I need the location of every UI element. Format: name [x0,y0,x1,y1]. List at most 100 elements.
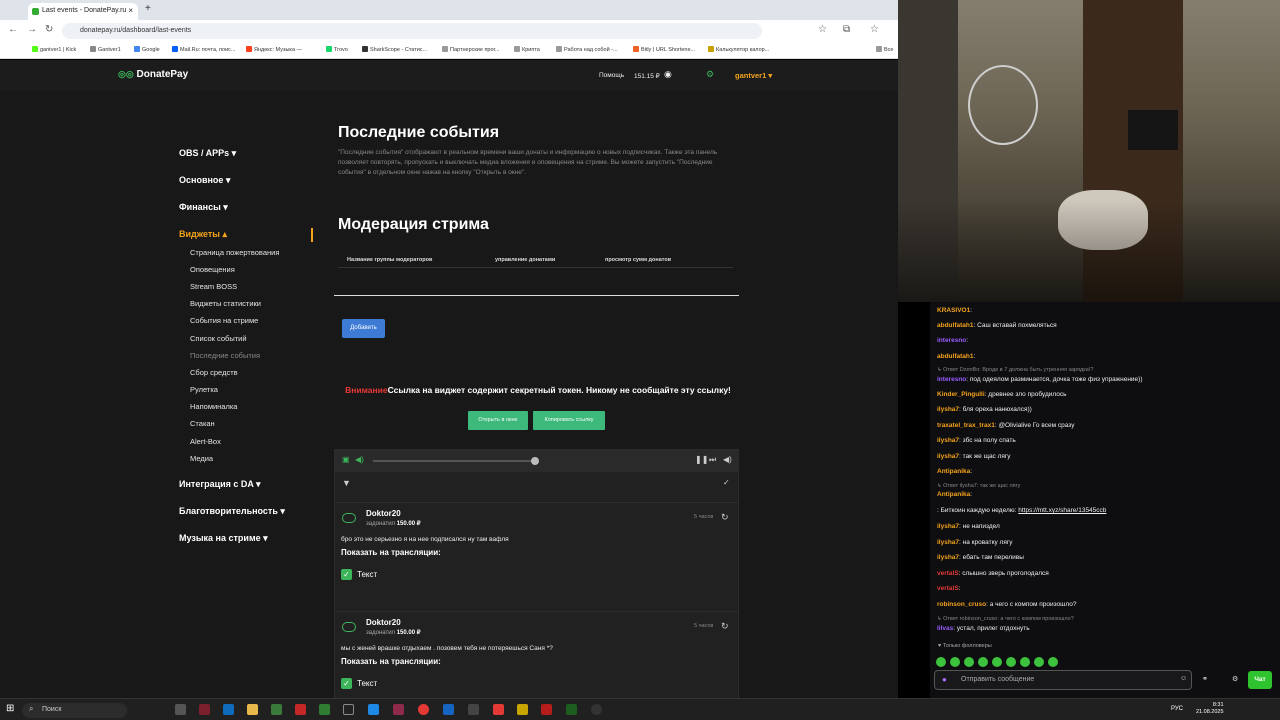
extensions-icon[interactable]: ⧉ [843,24,850,35]
windows-start-icon[interactable]: ⊞ [6,703,14,714]
settings-icon[interactable]: ⚙ [706,69,714,80]
app-icon[interactable] [295,704,306,715]
bookmark-item[interactable]: Яндекс: Музыка — [246,46,302,53]
app-icon[interactable] [199,704,210,715]
chat-username[interactable]: abdulfatah1 [937,322,973,329]
chat-username[interactable]: vertalS [937,585,959,592]
back-icon[interactable]: ← [8,24,18,35]
chat-input[interactable]: Отправить сообщение [934,670,1192,690]
chat-username[interactable]: interesno [937,337,966,344]
nav-sub-item[interactable]: Список событий [190,334,247,343]
bookmark-item[interactable]: Google [134,46,160,53]
pause-icon[interactable]: ❚❚ [695,455,708,464]
chat-username[interactable]: vertalS [937,570,959,577]
new-tab-button[interactable]: + [145,3,151,14]
obs-icon[interactable] [591,704,602,715]
bookmark-item[interactable]: Крипта [514,46,540,53]
text-checkbox[interactable]: ✓ [341,569,352,580]
forward-icon[interactable]: → [27,24,37,35]
app-icon[interactable] [541,704,552,715]
nav-widgets[interactable]: Виджеты ▴ [179,229,227,240]
app-icon[interactable] [443,704,454,715]
bookmark-item[interactable]: Bitly | URL Shortene... [633,46,695,53]
app-icon[interactable] [393,704,404,715]
nav-sub-item-active[interactable]: Последние события [190,351,260,360]
edge-icon[interactable] [368,704,379,715]
bits-icon[interactable]: ⚭ [1202,675,1208,683]
copy-link-button[interactable]: Копировать ссылку [533,411,605,430]
nav-integration[interactable]: Интеграция с DA ▾ [179,479,261,490]
url-field[interactable]: donatepay.ru/dashboard/last-events [62,23,762,39]
nav-sub-item[interactable]: Оповещения [190,265,235,274]
chat-username[interactable]: Antipanika [937,491,970,498]
nav-finance[interactable]: Финансы ▾ [179,202,228,213]
nav-music[interactable]: Музыка на стриме ▾ [179,533,268,544]
chat-link[interactable]: https://mtt.xyz/share/13545ccb [1018,507,1106,514]
add-button[interactable]: Добавить [342,319,385,338]
text-checkbox[interactable]: ✓ [341,678,352,689]
chat-username[interactable]: ilysha7 [937,453,959,460]
bookmark-item[interactable]: Калькулятор калор... [708,46,769,53]
sound-icon[interactable]: ◀) [723,455,732,464]
volume-slider-knob[interactable] [531,457,539,465]
emoji-icon[interactable]: ☺ [1180,675,1187,682]
bookmark-item[interactable]: Работа над собой -... [556,46,618,53]
donatepay-logo[interactable]: ◎◎ DonatePay [118,69,188,80]
nav-sub-item[interactable]: Стакан [190,419,215,428]
nav-sub-item[interactable]: Stream BOSS [190,282,237,291]
nav-main[interactable]: Основное ▾ [179,175,230,186]
volume-slider[interactable] [373,460,533,462]
close-tab-icon[interactable]: × [128,6,133,15]
chat-username[interactable]: interesno [937,376,966,383]
bookmark-item[interactable]: SharkScope - Статис... [362,46,427,53]
bookmark-item[interactable]: Все [876,46,893,53]
chat-send-button[interactable]: Чат [1248,671,1272,689]
taskbar-search[interactable]: Поиск [22,703,127,718]
chat-username[interactable]: ilysha7 [937,554,959,561]
nav-sub-item[interactable]: Рулетка [190,385,218,394]
replay-icon[interactable]: ↻ [721,621,729,632]
app-icon[interactable] [343,704,354,715]
nav-sub-item[interactable]: Сбор средств [190,368,238,377]
nav-sub-item[interactable]: Страница пожертвования [190,248,279,257]
taskview-icon[interactable] [175,704,186,715]
app-icon[interactable] [468,704,479,715]
bookmark-item[interactable]: Партнерские прог... [442,46,499,53]
nav-obs[interactable]: OBS / APPs ▾ [179,148,236,159]
folder-icon[interactable] [247,704,258,715]
check-all-icon[interactable]: ✓ [723,478,730,487]
reload-icon[interactable]: ↻ [45,24,53,35]
microphone-icon[interactable]: ● [942,675,947,684]
nav-charity[interactable]: Благотворительность ▾ [179,506,285,517]
chat-username[interactable]: Antipanika [937,468,970,475]
chat-username[interactable]: abdulfatah1 [937,353,973,360]
bookmark-item[interactable]: Trovo [326,46,348,53]
user-menu[interactable]: gantver1 ▾ [735,71,772,80]
bookmark-item[interactable]: Gantver1 [90,46,121,53]
app-icon[interactable] [223,704,234,715]
open-window-button[interactable]: Открыть в окне [468,411,528,430]
chat-username[interactable]: lilvas [937,625,953,632]
app-icon[interactable] [319,704,330,715]
volume-icon[interactable]: ◀) [355,455,364,464]
browser-tab[interactable]: Last events - DonatePay.ru × [28,3,138,20]
chat-username[interactable]: ilysha7 [937,539,959,546]
chat-username[interactable]: KRASIVO1 [937,307,970,314]
chat-username[interactable]: ilysha7 [937,437,959,444]
chrome-icon[interactable] [418,704,429,715]
media-icon[interactable]: ▣ [342,455,350,464]
nav-sub-item[interactable]: Alert-Box [190,437,221,446]
system-clock[interactable]: 8:31 21.08.2025 [1196,702,1224,716]
language-indicator[interactable]: РУС [1171,706,1183,712]
nav-sub-item[interactable]: Медиа [190,454,213,463]
filter-icon[interactable]: ▼ [342,478,351,488]
chat-username[interactable]: ilysha7 [937,523,959,530]
nav-sub-item[interactable]: Напоминалка [190,402,237,411]
chat-username[interactable]: robinson_cruso [937,601,986,608]
yandex-icon[interactable] [493,704,504,715]
chat-settings-icon[interactable]: ⚙ [1232,675,1238,683]
skip-icon[interactable]: ⏭ [709,455,716,465]
bookmark-item[interactable]: Mail.Ru: почта, поис... [172,46,236,53]
app-icon[interactable] [517,704,528,715]
bookmark-item[interactable]: gantver1 | Kick [32,46,76,53]
